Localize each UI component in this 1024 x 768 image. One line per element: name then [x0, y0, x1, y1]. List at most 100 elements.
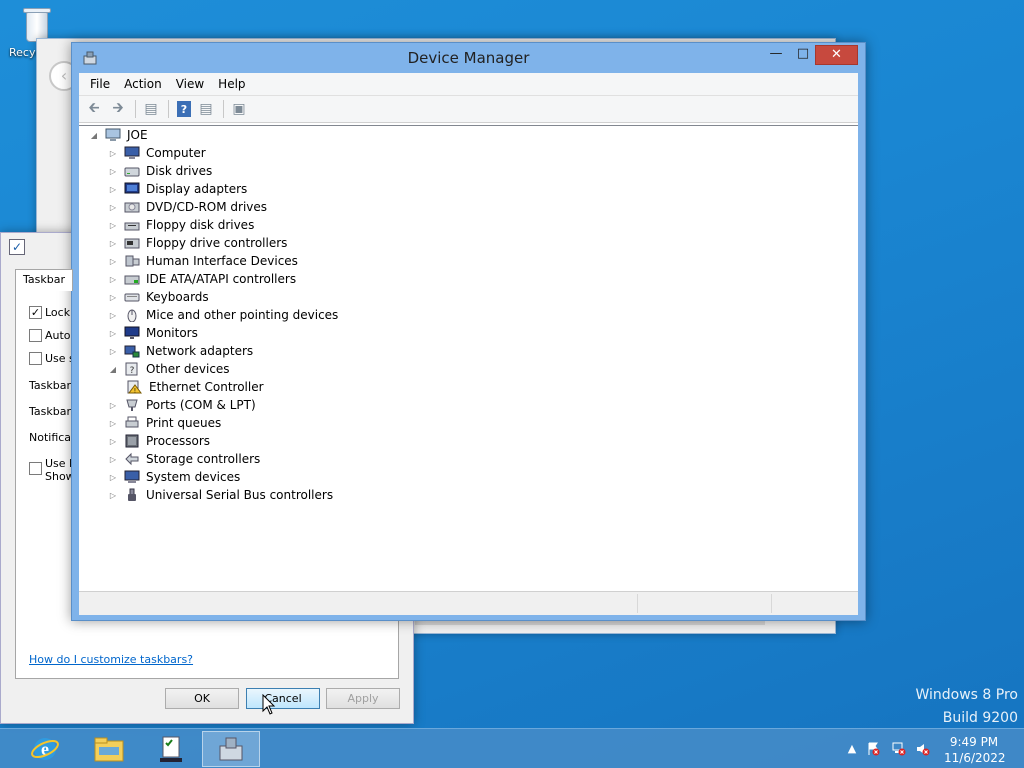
tab-taskbar[interactable]: Taskbar — [15, 269, 73, 291]
tree-category[interactable]: ▷ Floppy drive controllers — [108, 234, 288, 252]
minimize-button[interactable]: — — [766, 45, 786, 65]
title-bar[interactable]: Device Manager — □ ✕ — [72, 43, 865, 73]
taskbar: e ▲ 9:49 PM 11/6/2022 — [0, 728, 1024, 768]
peek-row[interactable]: Use P Show — [29, 457, 76, 483]
tree-category[interactable]: ▷ Network adapters — [108, 342, 253, 360]
clock[interactable]: 9:49 PM 11/6/2022 — [944, 734, 1006, 766]
tree-category[interactable]: ▷ IDE ATA/ATAPI controllers — [108, 270, 296, 288]
tree-category[interactable]: ▷ Universal Serial Bus controllers — [108, 486, 333, 504]
expand-arrow-icon[interactable]: ▷ — [108, 419, 118, 428]
tree-category[interactable]: ▷ Computer — [108, 144, 206, 162]
apply-button[interactable]: Apply — [326, 688, 400, 709]
menu-action[interactable]: Action — [117, 77, 169, 91]
tree-item-label: Universal Serial Bus controllers — [146, 488, 334, 502]
expand-arrow-icon[interactable]: ▷ — [108, 257, 118, 266]
ok-button[interactable]: OK — [165, 688, 239, 709]
autohide-checkbox[interactable] — [29, 329, 42, 342]
taskbar-settings-icon — [160, 736, 182, 762]
tree-category[interactable]: ▷ Storage controllers — [108, 450, 260, 468]
mouse-cursor-icon — [262, 694, 276, 715]
tree-root[interactable]: ◢ JOE — [89, 126, 148, 144]
small-buttons-row[interactable]: Use s — [29, 352, 75, 365]
expand-arrow-icon[interactable]: ▷ — [108, 239, 118, 248]
action-center-icon[interactable] — [866, 742, 880, 756]
taskbar-device-manager-button[interactable] — [202, 731, 260, 767]
floppy-controller-icon — [124, 238, 140, 249]
window-title: Device Manager — [407, 49, 530, 67]
tree-category[interactable]: ▷ Monitors — [108, 324, 198, 342]
tree-item-label: Floppy disk drives — [146, 218, 255, 232]
taskbar-properties-button[interactable] — [142, 731, 200, 767]
menu-help[interactable]: Help — [211, 77, 252, 91]
tree-item-label: Human Interface Devices — [146, 254, 298, 268]
client-area: File Action View Help 🡰 🡲 ▤ ? ▤ ▣ ◢ JOE — [79, 73, 858, 615]
computer-root-icon — [105, 128, 121, 141]
show-hide-console-tree-icon[interactable]: ▤ — [140, 99, 162, 119]
tree-category[interactable]: ◢? Other devices — [108, 360, 230, 378]
expand-arrow-icon[interactable]: ▷ — [108, 221, 118, 230]
help-link[interactable]: How do I customize taskbars? — [29, 653, 193, 666]
expand-arrow-icon[interactable]: ▷ — [108, 329, 118, 338]
dialog-checkbox-icon: ✓ — [9, 239, 25, 255]
show-hidden-icons-icon[interactable]: ▲ — [845, 742, 859, 756]
expand-arrow-icon[interactable]: ▷ — [108, 275, 118, 284]
dvd-drive-icon — [124, 202, 140, 213]
forward-icon[interactable]: 🡲 — [107, 99, 129, 119]
tree-category[interactable]: ▷ Processors — [108, 432, 210, 450]
network-icon[interactable] — [892, 742, 906, 756]
tree-category[interactable]: ▷ Display adapters — [108, 180, 247, 198]
lock-taskbar-checkbox[interactable]: ✓ — [29, 306, 42, 319]
expand-arrow-icon[interactable]: ▷ — [108, 167, 118, 176]
expand-arrow-icon[interactable]: ▷ — [108, 437, 118, 446]
autohide-row[interactable]: Auto- — [29, 329, 75, 342]
expand-arrow-icon[interactable]: ▷ — [108, 293, 118, 302]
device-manager-window[interactable]: Device Manager — □ ✕ File Action View He… — [71, 42, 866, 621]
tree-category[interactable]: ▷ System devices — [108, 468, 240, 486]
expand-arrow-icon[interactable]: ▷ — [108, 149, 118, 158]
help-icon[interactable]: ? — [177, 101, 191, 117]
properties-pane-icon[interactable]: ▤ — [195, 99, 217, 119]
expand-arrow-icon[interactable]: ▷ — [108, 455, 118, 464]
tree-category[interactable]: ▷ DVD/CD-ROM drives — [108, 198, 267, 216]
small-buttons-checkbox[interactable] — [29, 352, 42, 365]
disk-drive-icon — [124, 167, 140, 177]
collapse-arrow-icon[interactable]: ◢ — [89, 131, 99, 140]
expand-arrow-icon[interactable]: ▷ — [108, 311, 118, 320]
menu-file[interactable]: File — [83, 77, 117, 91]
tree-category[interactable]: ▷ Ports (COM & LPT) — [108, 396, 256, 414]
tree-category[interactable]: ▷ Disk drives — [108, 162, 212, 180]
tree-item-label: Network adapters — [146, 344, 254, 358]
processor-icon — [125, 434, 139, 448]
device-tree[interactable]: ◢ JOE ▷ Computer ▷ Disk drives ▷ Display adap… — [79, 125, 858, 590]
warning-device-icon: ! — [127, 380, 142, 394]
tree-category[interactable]: ▷ Human Interface Devices — [108, 252, 298, 270]
taskbar-explorer-button[interactable] — [80, 731, 138, 767]
keyboard-icon — [124, 293, 140, 302]
tree-category[interactable]: ▷ Mice and other pointing devices — [108, 306, 338, 324]
expand-arrow-icon[interactable]: ▷ — [108, 491, 118, 500]
expand-arrow-icon[interactable]: ▷ — [108, 401, 118, 410]
collapse-arrow-icon[interactable]: ◢ — [108, 365, 118, 374]
tree-item-label: Ports (COM & LPT) — [146, 398, 256, 412]
maximize-button[interactable]: □ — [792, 45, 814, 65]
peek-checkbox[interactable] — [29, 462, 42, 475]
close-button[interactable]: ✕ — [815, 45, 858, 65]
tree-category[interactable]: ▷ Floppy disk drives — [108, 216, 254, 234]
tree-category[interactable]: ▷ Keyboards — [108, 288, 209, 306]
expand-arrow-icon[interactable]: ▷ — [108, 185, 118, 194]
expand-arrow-icon[interactable]: ▷ — [108, 347, 118, 356]
scan-hardware-icon[interactable]: ▣ — [228, 99, 250, 119]
tree-category[interactable]: ▷ Print queues — [108, 414, 221, 432]
tree-item-label: System devices — [146, 470, 241, 484]
tree-item-label: Storage controllers — [146, 452, 261, 466]
ports-icon — [126, 399, 138, 411]
tree-child-item[interactable]: ! Ethernet Controller — [127, 378, 264, 396]
taskbar-ie-button[interactable]: e — [16, 731, 74, 767]
menu-view[interactable]: View — [169, 77, 211, 91]
expand-arrow-icon[interactable]: ▷ — [108, 203, 118, 212]
back-icon[interactable]: 🡰 — [83, 99, 105, 119]
volume-icon[interactable] — [916, 742, 930, 756]
expand-arrow-icon[interactable]: ▷ — [108, 473, 118, 482]
cancel-button[interactable]: Cancel — [246, 688, 320, 709]
file-explorer-icon — [94, 737, 124, 762]
